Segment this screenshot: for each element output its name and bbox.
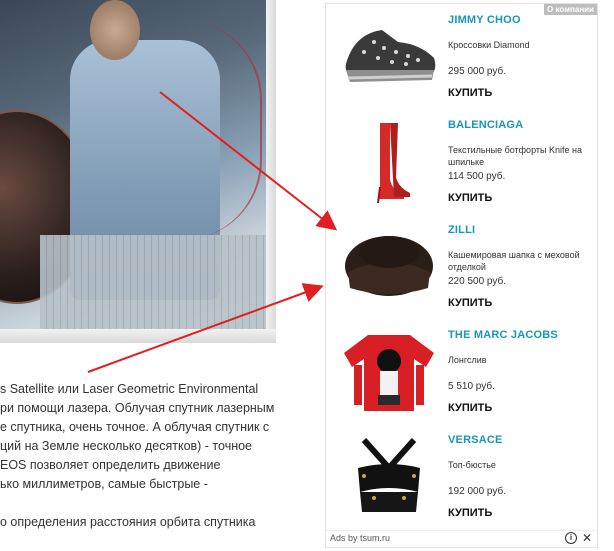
- ad-brand-link[interactable]: ZILLI: [448, 224, 475, 236]
- ad-description: Кашемировая шапка с меховой отделкой: [448, 250, 580, 272]
- article-line: ций на Земле несколько десятков) - точно…: [0, 439, 253, 453]
- ad-item[interactable]: ZILLI Кашемировая шапка с меховой отделк…: [326, 214, 597, 319]
- ad-footer: Ads by tsum.ru i ✕: [326, 530, 597, 547]
- article-line: s Satellite или Laser Geometric Environm…: [0, 382, 259, 396]
- article-gap: [0, 494, 300, 513]
- photo-table: [40, 235, 276, 335]
- article-line: ько миллиметров, самые быстрые -: [0, 477, 208, 491]
- boots-image[interactable]: [334, 117, 444, 204]
- ad-item[interactable]: THE MARC JACOBS Лонгслив 5 510 руб. КУПИ…: [326, 319, 597, 424]
- ad-price: 5 510 руб.: [448, 381, 495, 392]
- photo-frame-right: [266, 0, 276, 343]
- photo-person-head: [90, 0, 140, 60]
- article-text: s Satellite или Laser Geometric Environm…: [0, 380, 300, 532]
- photo-wire: [140, 20, 262, 240]
- ad-brand-link[interactable]: JIMMY CHOO: [448, 14, 521, 26]
- bustier-image[interactable]: [334, 432, 444, 518]
- buy-button[interactable]: КУПИТЬ: [448, 402, 492, 414]
- ad-description: Текстильные ботфорты Knife на шпильке: [448, 145, 582, 167]
- ad-item[interactable]: JIMMY CHOO Кроссовки Diamond 295 000 руб…: [326, 4, 597, 109]
- ad-description: Лонгслив: [448, 355, 487, 365]
- buy-button[interactable]: КУПИТЬ: [448, 192, 492, 204]
- photo-frame-bottom: [0, 329, 276, 343]
- ad-block: О компании JIMMY CHOO Кроссовки Diamond …: [325, 3, 598, 548]
- buy-button[interactable]: КУПИТЬ: [448, 507, 492, 519]
- ad-price: 114 500 руб.: [448, 171, 506, 182]
- ad-brand-link[interactable]: THE MARC JACOBS: [448, 329, 558, 341]
- article-line: е спутника, очень точное. А облучая спут…: [0, 420, 270, 434]
- ads-source-link[interactable]: Ads by tsum.ru: [330, 533, 390, 543]
- ad-item[interactable]: VERSACE Топ-бюстье 192 000 руб. КУПИТЬ: [326, 424, 597, 529]
- longsleeve-image[interactable]: [334, 327, 444, 413]
- article-line: EOS позволяет определить движение: [0, 458, 221, 472]
- article-photo: [0, 0, 276, 343]
- ad-description: Кроссовки Diamond: [448, 40, 530, 50]
- buy-button[interactable]: КУПИТЬ: [448, 297, 492, 309]
- ad-description: Топ-бюстье: [448, 460, 496, 470]
- hat-image[interactable]: [334, 222, 444, 308]
- ad-price: 220 500 руб.: [448, 276, 506, 287]
- article-line: ри помощи лазера. Облучая спутник лазерн…: [0, 401, 275, 415]
- ad-price: 192 000 руб.: [448, 486, 506, 497]
- article-line: о определения расстояния орбита спутника: [0, 515, 256, 529]
- ad-brand-link[interactable]: BALENCIAGA: [448, 119, 523, 131]
- sneaker-image[interactable]: [334, 12, 444, 98]
- info-icon[interactable]: i: [565, 532, 577, 544]
- ad-item[interactable]: BALENCIAGA Текстильные ботфорты Knife на…: [326, 109, 597, 214]
- ad-price: 295 000 руб.: [448, 66, 506, 77]
- buy-button[interactable]: КУПИТЬ: [448, 87, 492, 99]
- close-icon[interactable]: ✕: [582, 531, 592, 545]
- ad-brand-link[interactable]: VERSACE: [448, 434, 503, 446]
